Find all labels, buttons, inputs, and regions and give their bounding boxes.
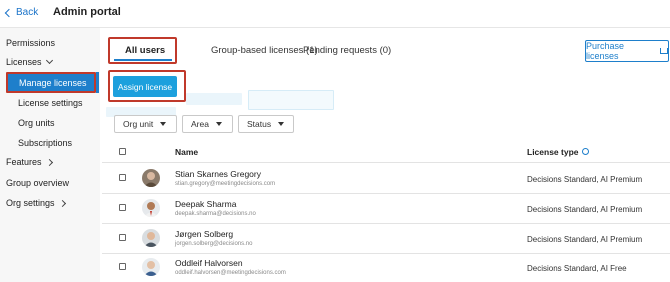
select-all-checkbox[interactable]	[119, 148, 126, 155]
user-email: deepak.sharma@decisions.no	[175, 211, 256, 217]
row-divider	[102, 193, 670, 194]
sidebar-item-features[interactable]: Features	[6, 157, 53, 167]
caret-down-icon	[215, 122, 222, 126]
chevron-down-icon	[45, 56, 53, 65]
sidebar-item-label: License settings	[18, 98, 83, 108]
assign-license-button[interactable]: Assign license	[113, 76, 177, 97]
sidebar-item-label: Licenses	[6, 57, 42, 67]
caret-down-icon	[160, 122, 167, 126]
cart-icon	[660, 48, 668, 54]
sidebar-item-manage-licenses[interactable]: Manage licenses	[6, 72, 96, 93]
sidebar: Permissions Licenses License settings Or…	[0, 28, 100, 282]
sidebar-item-label: Subscriptions	[18, 138, 73, 148]
top-bar: Back Admin portal	[0, 0, 670, 28]
tab-underline	[114, 59, 172, 61]
license-type: Decisions Standard, AI Premium	[527, 235, 643, 244]
tab-group-based-licenses[interactable]: Group-based licenses (1)	[211, 45, 318, 56]
avatar	[142, 258, 160, 276]
org-unit-filter[interactable]: Org unit	[114, 115, 177, 133]
info-icon[interactable]	[581, 148, 589, 156]
sidebar-item-license-settings[interactable]: License settings	[18, 98, 83, 108]
sidebar-item-label: Manage licenses	[19, 78, 87, 88]
column-header-license-type[interactable]: License type	[527, 147, 589, 157]
sidebar-item-licenses[interactable]: Licenses	[6, 56, 53, 67]
ghost-highlight	[186, 93, 242, 105]
sidebar-item-label: Features	[6, 157, 42, 167]
user-name[interactable]: Stian Skarnes Gregory	[175, 169, 261, 179]
filter-label: Org unit	[123, 119, 154, 129]
tab-pending-requests[interactable]: Pending requests (0)	[303, 45, 391, 56]
sidebar-item-group-overview[interactable]: Group overview	[6, 178, 69, 188]
sidebar-item-permissions[interactable]: Permissions	[6, 38, 55, 48]
chevron-right-icon	[58, 199, 66, 207]
page-title: Admin portal	[53, 6, 121, 18]
chevron-left-icon	[4, 8, 14, 18]
avatar	[142, 199, 160, 217]
area-filter[interactable]: Area	[182, 115, 233, 133]
filter-label: Area	[191, 119, 209, 129]
user-name[interactable]: Deepak Sharma	[175, 199, 236, 209]
purchase-licenses-label: Purchase licenses	[586, 41, 625, 61]
sidebar-item-org-units[interactable]: Org units	[18, 118, 55, 128]
back-link[interactable]: Back	[4, 7, 39, 18]
sidebar-item-label: Group overview	[6, 178, 70, 188]
avatar	[142, 229, 160, 247]
sidebar-item-label: Org units	[18, 118, 55, 128]
purchase-licenses-button[interactable]: Purchase licenses	[585, 40, 669, 62]
user-name[interactable]: Jørgen Solberg	[175, 229, 233, 239]
back-label: Back	[16, 7, 39, 18]
user-name[interactable]: Oddleif Halvorsen	[175, 258, 243, 268]
row-divider	[102, 223, 670, 224]
user-email: oddleif.halvorsen@meetingdecisions.com	[175, 270, 286, 276]
sidebar-item-org-settings[interactable]: Org settings	[6, 198, 66, 208]
caret-down-icon	[278, 122, 285, 126]
user-email: stian.gregory@meetingdecisions.com	[175, 181, 276, 187]
ghost-highlight	[248, 90, 334, 110]
sidebar-item-subscriptions[interactable]: Subscriptions	[18, 138, 72, 148]
tab-all-users[interactable]: All users	[125, 45, 165, 56]
avatar	[142, 169, 160, 187]
license-type: Decisions Standard, AI Premium	[527, 175, 643, 184]
row-checkbox[interactable]	[119, 174, 126, 181]
header-divider	[102, 162, 670, 163]
chevron-right-icon	[45, 158, 53, 166]
column-header-name[interactable]: Name	[175, 147, 198, 157]
sidebar-item-label: Org settings	[6, 198, 55, 208]
license-type: Decisions Standard, AI Free	[527, 264, 627, 273]
user-email: jorgen.solberg@decisions.no	[175, 241, 253, 247]
license-type: Decisions Standard, AI Premium	[527, 205, 643, 214]
row-checkbox[interactable]	[119, 204, 126, 211]
status-filter[interactable]: Status	[238, 115, 294, 133]
active-indicator	[96, 72, 99, 93]
column-header-label: License type	[527, 147, 579, 157]
filter-label: Status	[247, 119, 272, 129]
sidebar-item-label: Permissions	[6, 38, 56, 48]
row-checkbox[interactable]	[119, 234, 126, 241]
row-divider	[102, 253, 670, 254]
row-checkbox[interactable]	[119, 263, 126, 270]
